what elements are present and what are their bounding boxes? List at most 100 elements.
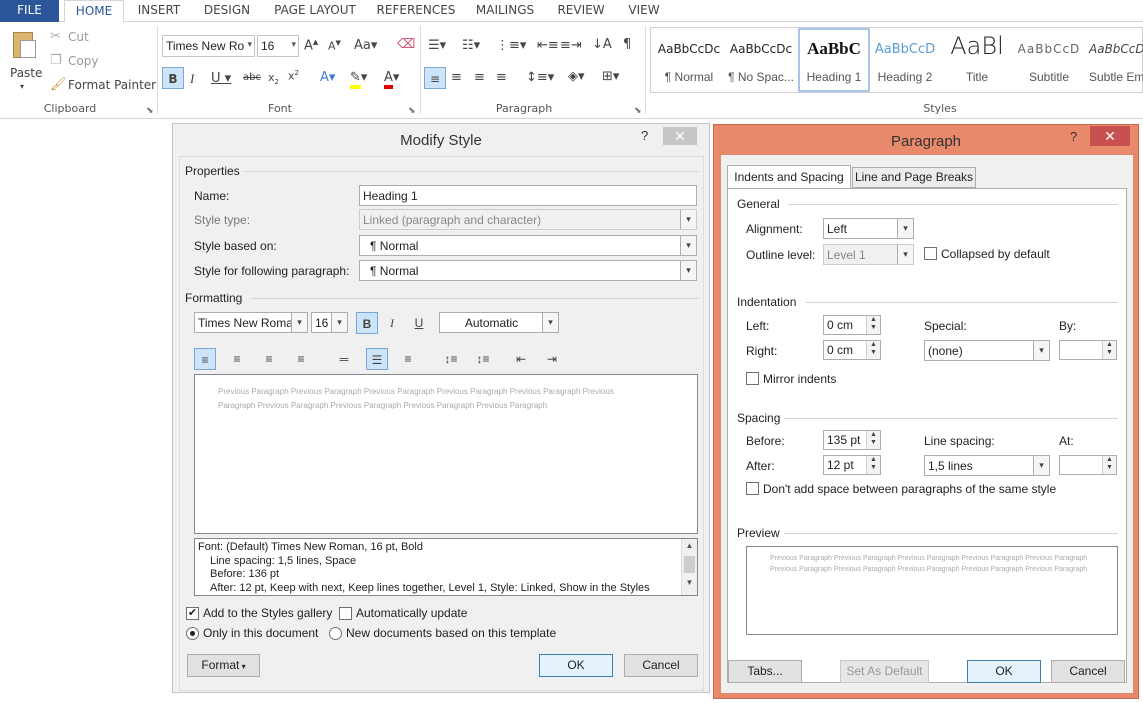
at-spinner[interactable]: ▲ ▼ [1059, 455, 1117, 475]
mirror-indents-checkbox[interactable] [746, 372, 759, 385]
style-heading-2[interactable]: AaBbCcD Heading 2 [869, 28, 941, 92]
alignment-select[interactable]: Left ▾ [823, 218, 914, 239]
spin-arrows-icon[interactable]: ▲ ▼ [866, 456, 880, 474]
ok-button[interactable]: OK [539, 654, 613, 677]
bold-icon[interactable]: B [356, 312, 378, 334]
tab-design[interactable]: DESIGN [198, 0, 256, 22]
text-effects-icon[interactable]: A▾ [320, 70, 335, 85]
font-color-icon[interactable]: A▾ [384, 70, 399, 89]
align-left-icon[interactable]: ≡ [424, 67, 446, 89]
decrease-indent-icon[interactable]: ⇤ [510, 348, 532, 370]
add-gallery-checkbox[interactable]: ✔ [186, 607, 199, 620]
style-no-spacing[interactable]: AaBbCcDc ¶ No Spac... [725, 28, 797, 92]
bullets-icon[interactable]: ☰▾ [428, 38, 446, 53]
right-indent-spinner[interactable]: 0 cm ▲ ▼ [823, 340, 881, 360]
following-select[interactable]: ¶ Normal ▾ [359, 260, 697, 281]
tab-file[interactable]: FILE [0, 0, 59, 22]
line-spacing-icon[interactable]: ↕≡▾ [526, 70, 554, 85]
name-field[interactable]: Heading 1 [359, 185, 697, 206]
align-center-icon[interactable]: ≡ [451, 70, 462, 85]
decrease-spacing-icon[interactable]: ↕≡ [472, 348, 494, 370]
dont-add-space-checkbox[interactable] [746, 482, 759, 495]
based-on-select[interactable]: ¶ Normal ▾ [359, 235, 697, 256]
collapsed-checkbox[interactable] [924, 247, 937, 260]
highlight-color-icon[interactable]: ✎▾ [350, 70, 367, 89]
help-icon[interactable]: ? [641, 128, 648, 143]
before-spinner[interactable]: 135 pt ▲ ▼ [823, 430, 881, 450]
line-spacing-select[interactable]: 1,5 lines ▾ [924, 455, 1050, 476]
tab-mailings[interactable]: MAILINGS [472, 0, 538, 22]
multilevel-list-icon[interactable]: ⋮≡▾ [496, 38, 526, 53]
sort-icon[interactable]: ↓A [592, 37, 612, 52]
format-font-select[interactable]: Times New Roman ▾ [194, 312, 308, 333]
paragraph-launcher-icon[interactable]: ⬊ [634, 106, 642, 116]
bold-icon[interactable]: B [162, 67, 184, 89]
ok-button[interactable]: OK [967, 660, 1041, 683]
underline-icon[interactable]: U ▾ [211, 71, 231, 86]
spin-arrows-icon[interactable]: ▲ ▼ [1102, 341, 1116, 359]
align-right-icon[interactable]: ≡ [474, 70, 485, 85]
close-icon[interactable]: ✕ [663, 127, 697, 145]
format-painter-button[interactable]: Format Painter [68, 78, 156, 92]
decrease-indent-icon[interactable]: ⇤≡ [537, 38, 559, 53]
show-formatting-icon[interactable]: ¶ [623, 37, 631, 52]
new-docs-radio[interactable] [329, 627, 342, 640]
clipboard-launcher-icon[interactable]: ⬊ [146, 106, 154, 116]
tabs-button[interactable]: Tabs... [728, 660, 802, 683]
shading-icon[interactable]: ◈▾ [568, 69, 585, 84]
justify-icon[interactable]: ≡ [290, 348, 312, 370]
special-select[interactable]: (none) ▾ [924, 340, 1050, 361]
tab-references[interactable]: REFERENCES [376, 0, 456, 22]
description-scrollbar[interactable]: ▲ ▼ [681, 539, 697, 595]
tab-page-layout[interactable]: PAGE LAYOUT [270, 0, 360, 22]
style-subtle-emphasis[interactable]: AaBbCcDc Subtle Em [1085, 28, 1143, 92]
spin-arrows-icon[interactable]: ▲ ▼ [866, 431, 880, 449]
scroll-up-icon[interactable]: ▲ [682, 539, 697, 553]
font-color-select[interactable]: Automatic ▾ [439, 312, 559, 333]
font-size-combo[interactable]: 16 ▾ [257, 35, 299, 57]
increase-spacing-icon[interactable]: ↕≡ [440, 348, 462, 370]
by-spinner[interactable]: ▲ ▼ [1059, 340, 1117, 360]
style-subtitle[interactable]: AaBbCcD Subtitle [1013, 28, 1085, 92]
italic-icon[interactable]: I [381, 312, 403, 334]
scroll-down-icon[interactable]: ▼ [682, 576, 697, 590]
set-as-default-button[interactable]: Set As Default [840, 660, 929, 683]
clear-formatting-icon[interactable]: ⌫ [397, 37, 415, 52]
paste-button[interactable]: Paste [10, 66, 42, 80]
tab-home[interactable]: HOME [64, 0, 124, 23]
shrink-font-icon[interactable]: A▼ [328, 39, 341, 53]
spin-arrows-icon[interactable]: ▲ ▼ [866, 341, 880, 359]
after-spinner[interactable]: 12 pt ▲ ▼ [823, 455, 881, 475]
increase-indent-icon[interactable]: ≡⇥ [560, 38, 582, 53]
auto-update-checkbox[interactable] [339, 607, 352, 620]
single-spacing-icon[interactable]: ═ [333, 348, 355, 370]
only-doc-radio[interactable] [186, 627, 199, 640]
change-case-icon[interactable]: Aa▾ [354, 38, 377, 53]
grow-font-icon[interactable]: A▲ [304, 38, 318, 53]
help-icon[interactable]: ? [1070, 129, 1077, 144]
one-half-spacing-icon[interactable]: ☰ [366, 348, 388, 370]
scroll-thumb[interactable] [684, 555, 695, 573]
tab-line-page-breaks[interactable]: Line and Page Breaks [852, 167, 976, 188]
subscript-icon[interactable]: x2 [268, 71, 279, 86]
align-right-icon[interactable]: ≡ [258, 348, 280, 370]
italic-icon[interactable]: I [190, 71, 194, 87]
tab-insert[interactable]: INSERT [132, 0, 186, 22]
tab-indents-spacing[interactable]: Indents and Spacing [727, 165, 851, 189]
increase-indent-icon[interactable]: ⇥ [541, 348, 563, 370]
font-name-combo[interactable]: Times New Ro ▾ [162, 35, 255, 57]
format-size-select[interactable]: 16 ▾ [311, 312, 348, 333]
left-indent-spinner[interactable]: 0 cm ▲ ▼ [823, 315, 881, 335]
spin-arrows-icon[interactable]: ▲ ▼ [866, 316, 880, 334]
align-center-icon[interactable]: ≡ [226, 348, 248, 370]
spin-arrows-icon[interactable]: ▲ ▼ [1102, 456, 1116, 474]
cancel-button[interactable]: Cancel [1051, 660, 1125, 683]
justify-icon[interactable]: ≡ [496, 70, 507, 85]
numbering-icon[interactable]: ☷▾ [462, 38, 480, 53]
font-launcher-icon[interactable]: ⬊ [408, 106, 416, 116]
cut-button[interactable]: Cut [68, 30, 89, 44]
copy-button[interactable]: Copy [68, 54, 98, 68]
close-icon[interactable]: ✕ [1090, 126, 1130, 146]
borders-icon[interactable]: ⊞▾ [602, 69, 619, 84]
style-title[interactable]: AaBl Title [941, 28, 1013, 92]
